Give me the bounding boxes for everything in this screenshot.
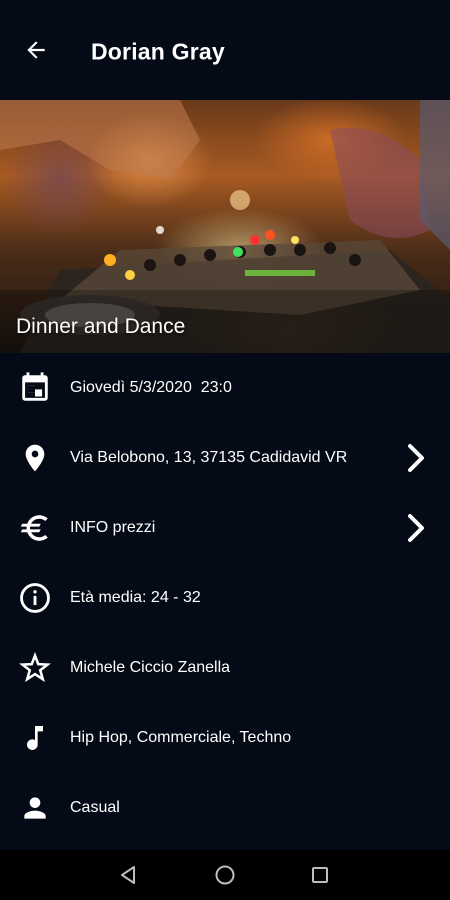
event-detail-screen: Dorian Gray Dinner and Dance Giovedì 5/3… (0, 0, 450, 900)
event-name: Dinner and Dance (16, 315, 186, 338)
back-button[interactable] (20, 34, 52, 66)
calendar-icon (17, 370, 53, 406)
nav-home-icon[interactable] (210, 860, 240, 890)
chevron-right-icon[interactable] (404, 442, 428, 474)
detail-row-host: Michele Ciccio Zanella (0, 633, 450, 703)
info-icon (17, 580, 53, 616)
chevron-right-icon[interactable] (404, 512, 428, 544)
detail-row-address[interactable]: Via Belobono, 13, 37135 Cadidavid VR (0, 423, 450, 493)
detail-text: Età media: 24 - 32 (70, 589, 201, 606)
nav-recents-icon[interactable] (305, 860, 335, 890)
detail-text: Casual (70, 799, 120, 816)
detail-row-date: Giovedì 5/3/2020 23:0 (0, 353, 450, 423)
nav-back-icon[interactable] (113, 860, 143, 890)
euro-icon (17, 510, 53, 546)
person-icon (17, 790, 53, 826)
event-details-list: Giovedì 5/3/2020 23:0 Via Belobono, 13, … (0, 353, 450, 843)
star-icon (17, 650, 53, 686)
detail-row-dresscode: Casual (0, 773, 450, 843)
detail-text: INFO prezzi (70, 519, 156, 536)
location-pin-icon (17, 440, 53, 476)
system-nav-bar (0, 850, 450, 900)
page-title: Dorian Gray (91, 38, 225, 65)
detail-text: Michele Ciccio Zanella (70, 659, 231, 676)
detail-row-genres: Hip Hop, Commerciale, Techno (0, 703, 450, 773)
event-hero-image: Dinner and Dance (0, 100, 450, 353)
detail-row-prices[interactable]: INFO prezzi (0, 493, 450, 563)
app-bar: Dorian Gray (0, 0, 450, 100)
detail-row-age: Età media: 24 - 32 (0, 563, 450, 633)
detail-text: Via Belobono, 13, 37135 Cadidavid VR (70, 449, 348, 466)
detail-text: Giovedì 5/3/2020 23:0 (70, 379, 232, 396)
music-note-icon (17, 720, 53, 756)
arrow-back-icon (27, 41, 45, 59)
detail-text: Hip Hop, Commerciale, Techno (70, 729, 292, 746)
